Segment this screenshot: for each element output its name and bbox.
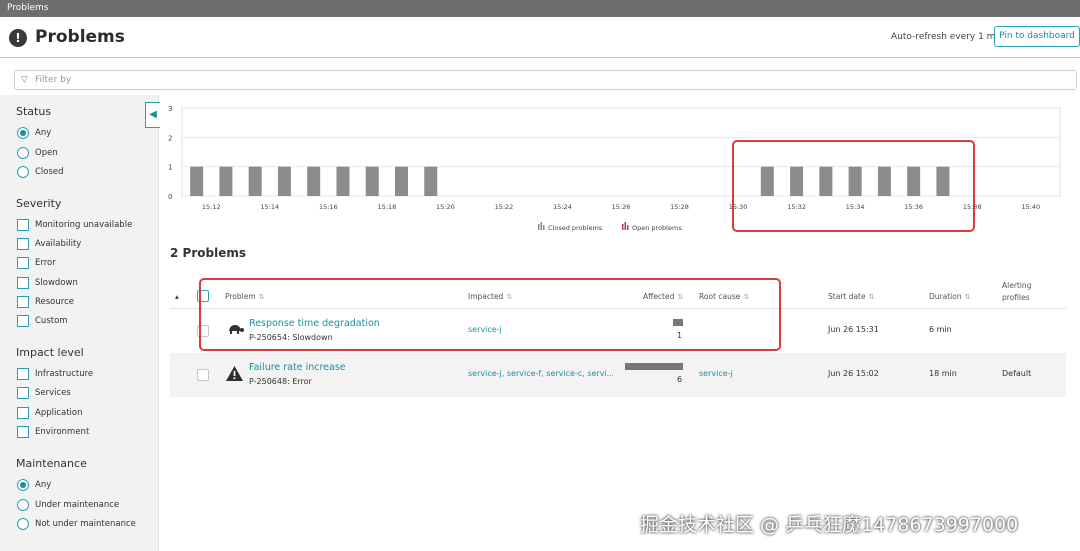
page-title: Problems	[35, 27, 125, 47]
start-date: Jun 26 15:02	[828, 369, 879, 378]
chart-legend-label: Open problems	[632, 224, 682, 232]
chart-bar	[395, 166, 408, 196]
chart-bar	[365, 166, 379, 196]
column-start-date[interactable]: Start date ⇅	[828, 292, 875, 301]
chart-x-tick-label: 15:26	[612, 203, 631, 211]
radio-selected-icon[interactable]	[17, 127, 29, 139]
filter-placeholder: Filter by	[35, 75, 72, 85]
checkbox-icon[interactable]	[17, 368, 29, 380]
chart-x-tick-label: 15:12	[202, 203, 221, 211]
radio-selected-icon[interactable]	[17, 479, 29, 491]
chart-y-tick-label: 1	[168, 164, 172, 172]
checkbox-icon[interactable]	[17, 315, 29, 327]
chart-x-tick-label: 15:28	[670, 203, 689, 211]
chart-y-tick-label: 3	[168, 105, 172, 113]
duration: 6 min	[929, 325, 952, 334]
auto-refresh-label: Auto-refresh every 1 min	[891, 32, 1004, 42]
column-alerting-profiles[interactable]: Alerting profiles	[1002, 280, 1052, 304]
chart-x-tick-label: 15:14	[260, 203, 279, 211]
impacted-entity-link[interactable]: service-j, service-f, service-c, servi..…	[468, 369, 613, 378]
checkbox-icon[interactable]	[17, 257, 29, 269]
problem-name-link[interactable]: Failure rate increase	[249, 362, 346, 373]
chart-bar	[336, 166, 350, 196]
affected-count: 6	[677, 375, 683, 384]
checkbox-icon[interactable]	[17, 426, 29, 438]
chart-x-tick-label: 15:20	[436, 203, 455, 211]
chart-x-tick-label: 15:40	[1021, 203, 1040, 211]
chart-x-tick-label: 15:22	[495, 203, 514, 211]
affected-bar-track	[625, 363, 683, 370]
window-tab-bar: Problems	[0, 0, 1080, 17]
problem-id: P-250648: Error	[249, 377, 312, 386]
sort-caret-icon[interactable]: ▴	[175, 292, 179, 301]
checkbox-icon[interactable]	[17, 407, 29, 419]
alerting-profile: Default	[1002, 369, 1032, 378]
window-tab-title: Problems	[7, 3, 49, 13]
start-date: Jun 26 15:31	[828, 325, 879, 334]
checkbox-icon[interactable]	[17, 296, 29, 308]
severity-heading: Severity	[16, 197, 62, 210]
chart-x-tick-label: 15:18	[377, 203, 396, 211]
chart-bar	[307, 166, 321, 196]
collapse-sidebar-button[interactable]: ◀	[145, 102, 160, 128]
root-cause-link[interactable]: service-j	[699, 369, 733, 378]
table-row[interactable]: Failure rate increase P-250648: Error se…	[170, 353, 1066, 397]
chart-bar	[424, 166, 438, 196]
warning-triangle-icon	[226, 366, 243, 381]
annotation-highlight-box	[732, 140, 975, 232]
chart-bar	[248, 166, 262, 196]
sort-icon: ⇅	[868, 293, 875, 301]
alert-circle-icon: !	[9, 29, 27, 47]
annotation-highlight-box	[199, 278, 781, 351]
checkbox-icon[interactable]	[17, 219, 29, 231]
checkbox-icon[interactable]	[17, 387, 29, 399]
chart-bar	[190, 166, 204, 196]
duration: 18 min	[929, 369, 957, 378]
sort-icon: ⇅	[964, 293, 971, 301]
radio-icon[interactable]	[17, 147, 29, 159]
radio-icon[interactable]	[17, 166, 29, 178]
chart-bar	[219, 166, 233, 196]
pin-to-dashboard-button[interactable]: Pin to dashboard	[994, 26, 1080, 47]
problems-count-title: 2 Problems	[170, 246, 246, 260]
checkbox-icon[interactable]	[17, 277, 29, 289]
chart-x-tick-label: 15:24	[553, 203, 572, 211]
filter-icon: ▽	[21, 75, 28, 85]
maintenance-heading: Maintenance	[16, 457, 87, 470]
legend-swatch-icon	[538, 224, 540, 230]
status-heading: Status	[16, 105, 52, 118]
row-checkbox[interactable]	[197, 369, 209, 381]
impact-level-heading: Impact level	[16, 346, 84, 359]
chart-x-tick-label: 15:16	[319, 203, 338, 211]
legend-swatch-icon	[627, 225, 629, 230]
legend-swatch-icon	[624, 222, 626, 230]
legend-swatch-icon	[540, 222, 542, 230]
checkbox-icon[interactable]	[17, 238, 29, 250]
radio-icon[interactable]	[17, 499, 29, 511]
watermark-text: 掘金技术社区 @ 乒乓狂魔1478673997000	[640, 514, 1019, 536]
filter-sidebar: Status Any Open Closed Severity Monitori…	[0, 95, 159, 551]
filter-input[interactable]: ▽ Filter by	[14, 70, 1077, 90]
radio-icon[interactable]	[17, 518, 29, 530]
column-duration[interactable]: Duration ⇅	[929, 292, 970, 301]
chart-y-tick-label: 2	[168, 134, 172, 142]
chart-legend-label: Closed problems	[548, 224, 603, 232]
legend-swatch-icon	[622, 224, 624, 230]
chart-y-tick-label: 0	[168, 193, 172, 201]
affected-bar	[625, 363, 683, 370]
chart-bar	[277, 166, 291, 196]
legend-swatch-icon	[543, 225, 545, 230]
page-header: ! Problems Auto-refresh every 1 min Pin …	[0, 17, 1080, 58]
